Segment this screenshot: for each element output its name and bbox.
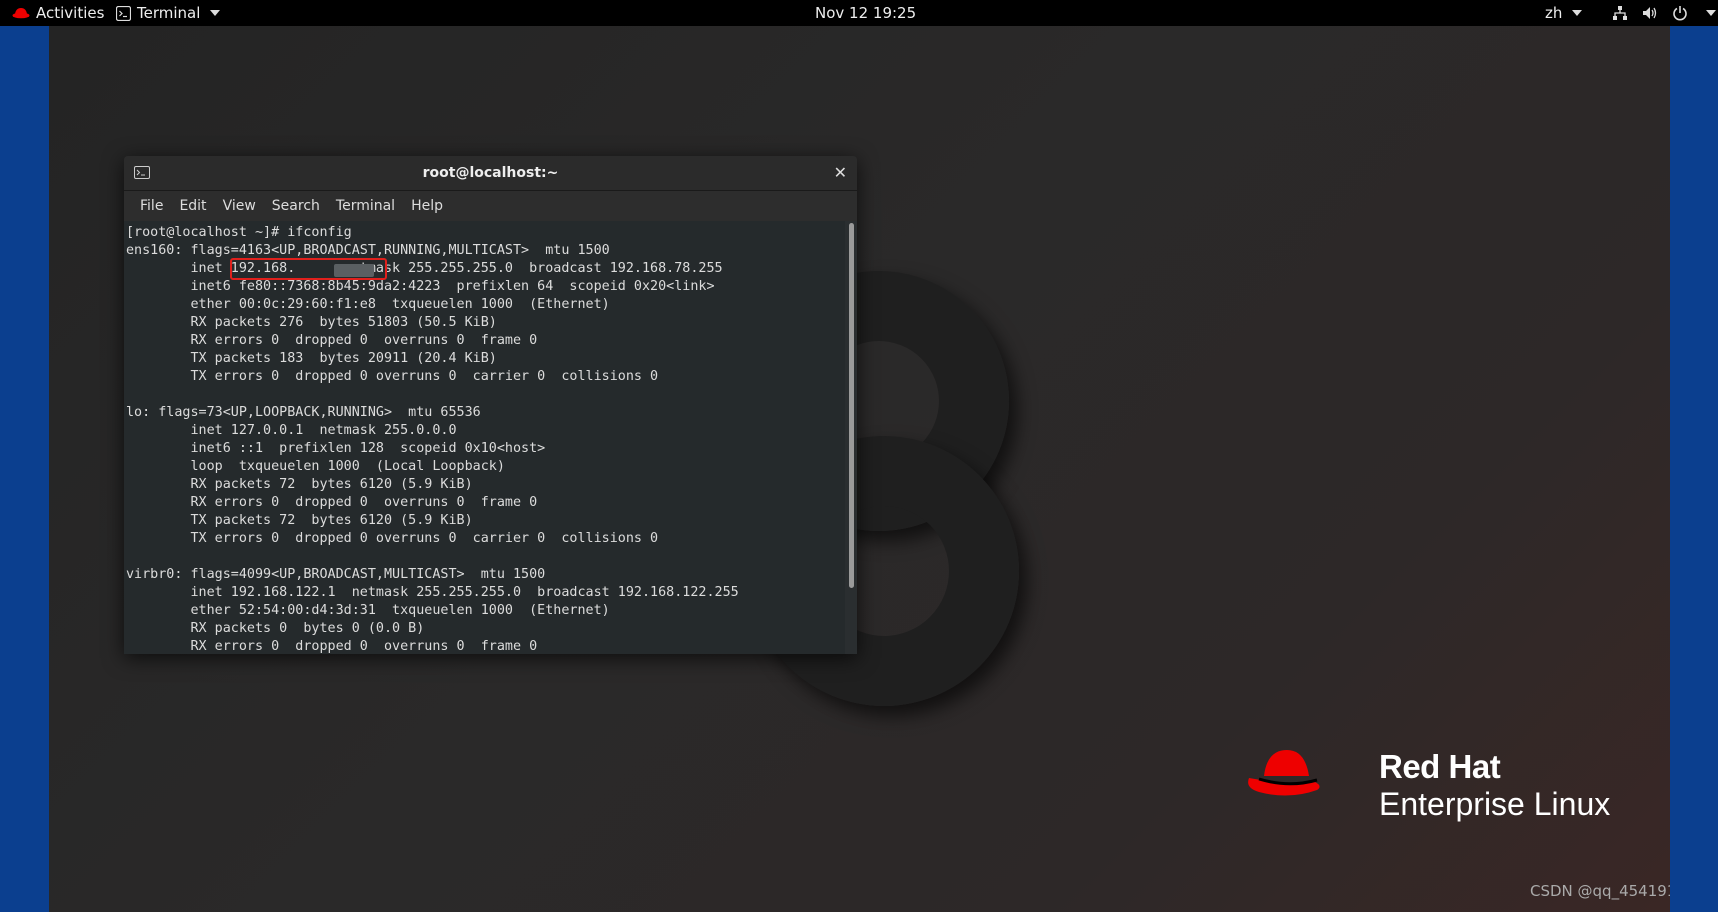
redhat-fedora-icon [12,8,30,19]
app-menu-terminal[interactable]: Terminal [116,0,221,26]
brand-line-2: Enterprise Linux [1379,786,1611,822]
terminal-line: RX errors 0 dropped 0 overruns 0 frame 0 [126,495,538,510]
desktop-screen: Activities Terminal Nov 12 19:25 zh Red … [0,0,1718,912]
close-icon[interactable]: ✕ [834,156,847,190]
clock[interactable]: Nov 12 19:25 [815,0,916,26]
menu-file[interactable]: File [132,198,171,214]
window-titlebar[interactable]: root@localhost:~ ✕ [124,156,857,191]
activities-label: Activities [36,4,105,22]
menu-terminal[interactable]: Terminal [328,198,403,214]
terminal-output: [root@localhost ~]# ifconfig ens160: flag… [126,224,739,654]
input-language-label: zh [1545,4,1563,22]
terminal-scrollbar[interactable] [845,221,857,654]
terminal-line: inet 192.168. netmask 255.255.255.0 broa… [126,260,739,278]
terminal-line: RX errors 0 dropped 0 overruns 0 frame 0 [126,333,538,348]
chevron-down-icon [210,10,221,16]
menu-view[interactable]: View [215,198,264,214]
menu-help[interactable]: Help [403,198,451,214]
volume-icon [1643,7,1657,19]
chevron-down-icon [1706,10,1716,16]
power-icon [1673,6,1687,21]
activities-button[interactable]: Activities [12,0,104,26]
terminal-line: TX errors 0 dropped 0 overruns 0 carrier… [126,531,659,546]
menu-search[interactable]: Search [264,198,328,214]
watermark-text: CSDN @qq_45419193 [1530,882,1670,900]
network-wired-icon [1613,6,1627,20]
redhat-logo-icon [1248,750,1320,796]
terminal-line-text: inet 192.168. netmask 255.255.255.0 broa… [126,261,723,276]
terminal-line: inet 192.168.122.1 netmask 255.255.255.0… [126,585,739,600]
terminal-line: RX packets 72 bytes 6120 (5.9 KiB) [126,477,473,492]
app-menu-label: Terminal [137,4,201,22]
terminal-line: RX packets 0 bytes 0 (0.0 B) [126,621,425,636]
terminal-line: ens160: flags=4163<UP,BROADCAST,RUNNING,… [126,243,610,258]
menu-edit[interactable]: Edit [171,198,214,214]
top-bar: Activities Terminal Nov 12 19:25 zh [0,0,1718,26]
terminal-line: TX packets 183 bytes 20911 (20.4 KiB) [126,351,497,366]
terminal-line: inet6 fe80::7368:8b45:9da2:4223 prefixle… [126,279,715,294]
terminal-line: ether 00:0c:29:60:f1:e8 txqueuelen 1000 … [126,297,610,312]
system-menu[interactable] [1612,0,1716,26]
terminal-menubar: File Edit View Search Terminal Help [124,191,857,222]
terminal-line: RX errors 0 dropped 0 overruns 0 frame 0 [126,639,538,654]
terminal-window[interactable]: root@localhost:~ ✕ File Edit View Search… [124,156,857,654]
terminal-output-area[interactable]: [root@localhost ~]# ifconfig ens160: flag… [124,221,857,654]
terminal-line: virbr0: flags=4099<UP,BROADCAST,MULTICAS… [126,567,546,582]
ip-highlight-box [230,258,387,280]
terminal-line: lo: flags=73<UP,LOOPBACK,RUNNING> mtu 65… [126,405,481,420]
terminal-line: [root@localhost ~]# ifconfig [126,225,352,240]
scrollbar-thumb[interactable] [849,223,854,588]
terminal-line: TX packets 72 bytes 6120 (5.9 KiB) [126,513,473,528]
terminal-app-icon [116,5,131,21]
terminal-line: loop txqueuelen 1000 (Local Loopback) [126,459,505,474]
clock-label: Nov 12 19:25 [815,4,917,22]
chevron-down-icon [1572,10,1583,16]
terminal-line: RX packets 276 bytes 51803 (50.5 KiB) [126,315,497,330]
redhat-brand-logo: Red Hat Enterprise Linux [1248,746,1619,856]
terminal-line: TX errors 0 dropped 0 overruns 0 carrier… [126,369,659,384]
terminal-line: inet6 ::1 prefixlen 128 scopeid 0x10<hos… [126,441,546,456]
terminal-line: inet 127.0.0.1 netmask 255.0.0.0 [126,423,457,438]
window-title: root@localhost:~ [422,165,559,181]
terminal-line: ether 52:54:00:d4:3d:31 txqueuelen 1000 … [126,603,610,618]
brand-line-1: Red Hat [1379,748,1501,785]
input-language-menu[interactable]: zh [1545,0,1583,26]
